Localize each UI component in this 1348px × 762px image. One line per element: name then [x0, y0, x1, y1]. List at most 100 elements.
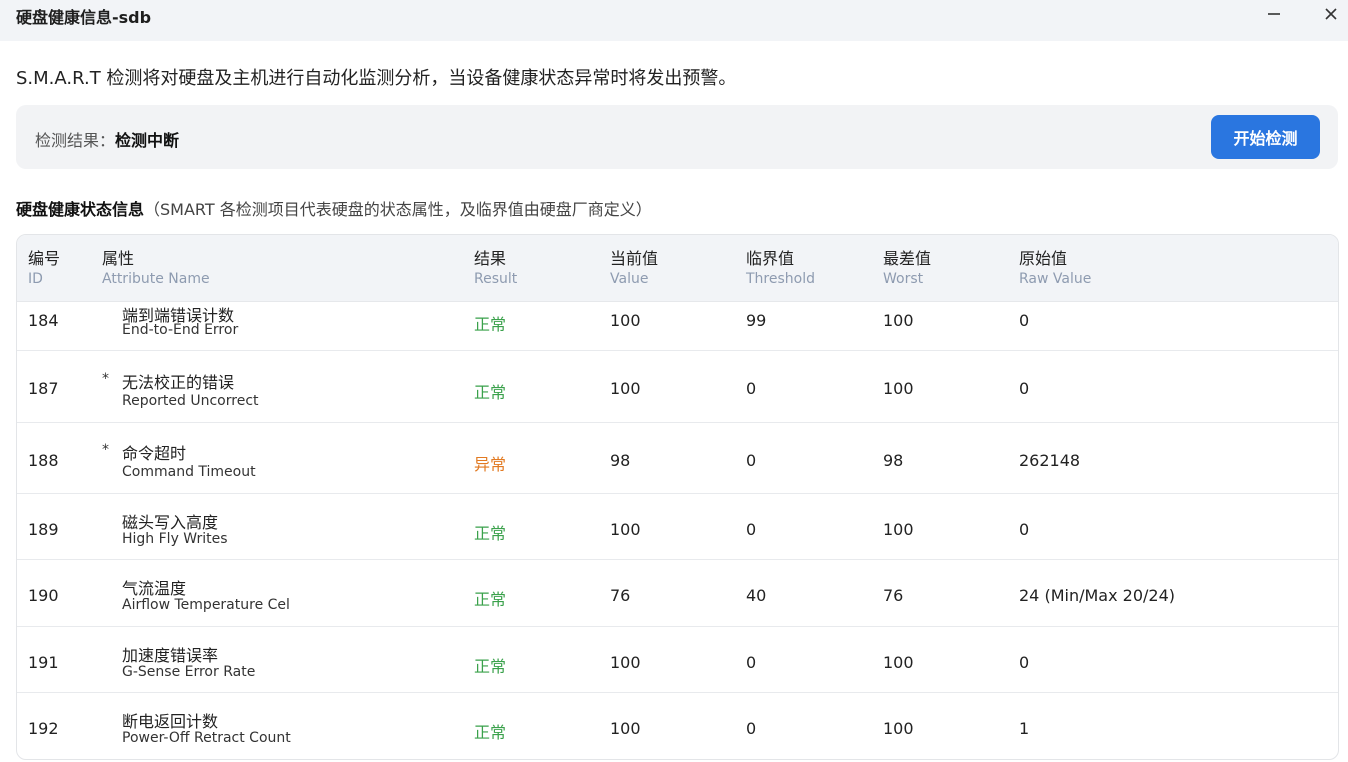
- cell-attribute-cn: 气流温度: [122, 579, 187, 598]
- description-text: S.M.A.R.T 检测将对硬盘及主机进行自动化监测分析，当设备健康状态异常时将…: [16, 68, 737, 89]
- cell-raw-value: 0: [1019, 653, 1030, 672]
- header-id-en: ID: [28, 271, 43, 287]
- table-row[interactable]: 189 磁头写入高度 High Fly Writes 正常 100 0 100 0: [17, 494, 1338, 560]
- cell-threshold: 99: [746, 311, 767, 330]
- cell-value: 76: [610, 586, 631, 605]
- cell-attribute-en: Command Timeout: [122, 464, 256, 480]
- cell-attribute-en: Power-Off Retract Count: [122, 730, 291, 746]
- cell-worst: 100: [883, 379, 914, 398]
- cell-id: 187: [28, 379, 59, 398]
- cell-value: 100: [610, 653, 641, 672]
- minimize-icon: [1268, 13, 1280, 15]
- cell-worst: 100: [883, 311, 914, 330]
- table-row[interactable]: 191 加速度错误率 G-Sense Error Rate 正常 100 0 100 0: [17, 627, 1338, 693]
- cell-result: 正常: [474, 657, 507, 676]
- header-value-en: Value: [610, 271, 649, 287]
- cell-raw-value: 24 (Min/Max 20/24): [1019, 586, 1175, 605]
- cell-raw-value: 262148: [1019, 451, 1081, 470]
- cell-id: 192: [28, 719, 59, 738]
- cell-threshold: 40: [746, 586, 767, 605]
- section-heading: 硬盘健康状态信息: [16, 200, 145, 219]
- cell-threshold: 0: [746, 520, 757, 539]
- cell-result: 正常: [474, 315, 507, 334]
- cell-worst: 98: [883, 451, 904, 470]
- cell-result: 正常: [474, 383, 507, 402]
- smart-table: 编号 ID 属性 Attribute Name 结果 Result 当前值 Value 临界值 T…: [16, 234, 1339, 760]
- close-icon: [1325, 8, 1337, 20]
- detection-result-panel: 检测结果：检测中断 开始检测: [16, 105, 1338, 169]
- cell-worst: 100: [883, 653, 914, 672]
- cell-attribute-cn: 命令超时: [122, 444, 187, 463]
- header-worst: 最差值 Worst: [883, 249, 931, 289]
- required-marker: *: [102, 442, 109, 458]
- cell-id: 184: [28, 311, 59, 330]
- cell-attribute-cn: 加速度错误率: [122, 646, 219, 665]
- header-value: 当前值 Value: [610, 249, 658, 289]
- cell-raw-value: 0: [1019, 311, 1030, 330]
- cell-result: 正常: [474, 723, 507, 742]
- header-attribute-cn: 属性: [102, 249, 135, 268]
- table-row[interactable]: 188 * 命令超时 Command Timeout 异常 98 0 98 262148: [17, 423, 1338, 494]
- header-raw-value-cn: 原始值: [1019, 249, 1068, 268]
- cell-attribute-cn: 磁头写入高度: [122, 513, 219, 532]
- cell-threshold: 0: [746, 379, 757, 398]
- cell-worst: 76: [883, 586, 904, 605]
- header-worst-cn: 最差值: [883, 249, 932, 268]
- cell-attribute-en: G-Sense Error Rate: [122, 664, 256, 680]
- cell-result: 异常: [474, 455, 507, 474]
- cell-value: 100: [610, 379, 641, 398]
- window-title: 硬盘健康信息-sdb: [16, 8, 152, 27]
- required-marker: *: [102, 371, 109, 387]
- cell-threshold: 0: [746, 451, 757, 470]
- cell-threshold: 0: [746, 653, 757, 672]
- cell-attribute-cn: 断电返回计数: [122, 712, 219, 731]
- header-result: 结果 Result: [474, 249, 517, 289]
- cell-value: 100: [610, 520, 641, 539]
- cell-id: 191: [28, 653, 59, 672]
- table-row[interactable]: 190 气流温度 Airflow Temperature Cel 正常 76 40 76 24…: [17, 560, 1338, 627]
- cell-worst: 100: [883, 520, 914, 539]
- cell-worst: 100: [883, 719, 914, 738]
- title-bar: 硬盘健康信息-sdb: [0, 0, 1348, 41]
- table-row[interactable]: 187 * 无法校正的错误 Reported Uncorrect 正常 100 0 100 0: [17, 351, 1338, 423]
- header-result-cn: 结果: [474, 249, 507, 268]
- cell-result: 正常: [474, 524, 507, 543]
- table-row[interactable]: 192 断电返回计数 Power-Off Retract Count 正常 100 0 10…: [17, 693, 1338, 759]
- header-threshold-cn: 临界值: [746, 249, 795, 268]
- header-attribute: 属性 Attribute Name: [102, 249, 210, 289]
- header-result-en: Result: [474, 271, 518, 287]
- table-header: 编号 ID 属性 Attribute Name 结果 Result 当前值 Value 临界值 T…: [17, 235, 1338, 302]
- section-note: （SMART 各检测项目代表硬盘的状态属性，及临界值由硬盘厂商定义）: [144, 200, 652, 219]
- section-title: 硬盘健康状态信息（SMART 各检测项目代表硬盘的状态属性，及临界值由硬盘厂商定…: [16, 196, 652, 220]
- cell-attribute-en: End-to-End Error: [122, 322, 239, 338]
- cell-raw-value: 0: [1019, 520, 1030, 539]
- close-button[interactable]: [1317, 2, 1345, 26]
- header-id: 编号 ID: [28, 249, 60, 289]
- cell-value: 100: [610, 311, 641, 330]
- cell-attribute-en: Airflow Temperature Cel: [122, 597, 290, 613]
- header-attribute-en: Attribute Name: [102, 271, 210, 287]
- detection-result: 检测结果：检测中断: [35, 127, 179, 151]
- header-threshold: 临界值 Threshold: [746, 249, 815, 289]
- cell-raw-value: 1: [1019, 719, 1030, 738]
- cell-value: 98: [610, 451, 631, 470]
- cell-threshold: 0: [746, 719, 757, 738]
- result-value: 检测中断: [115, 131, 180, 150]
- header-worst-en: Worst: [883, 271, 924, 287]
- result-label: 检测结果：: [35, 131, 116, 150]
- cell-id: 188: [28, 451, 59, 470]
- header-id-cn: 编号: [28, 249, 61, 268]
- table-row[interactable]: 184 端到端错误计数 End-to-End Error 正常 100 99 100 0: [17, 302, 1338, 351]
- start-detection-button[interactable]: 开始检测: [1211, 115, 1320, 159]
- cell-attribute-en: Reported Uncorrect: [122, 393, 259, 409]
- header-value-cn: 当前值: [610, 249, 659, 268]
- cell-raw-value: 0: [1019, 379, 1030, 398]
- header-threshold-en: Threshold: [746, 271, 815, 287]
- cell-result: 正常: [474, 590, 507, 609]
- header-raw-value-en: Raw Value: [1019, 271, 1092, 287]
- cell-id: 190: [28, 586, 59, 605]
- minimize-button[interactable]: [1260, 2, 1288, 26]
- cell-value: 100: [610, 719, 641, 738]
- cell-attribute-en: High Fly Writes: [122, 531, 228, 547]
- cell-id: 189: [28, 520, 59, 539]
